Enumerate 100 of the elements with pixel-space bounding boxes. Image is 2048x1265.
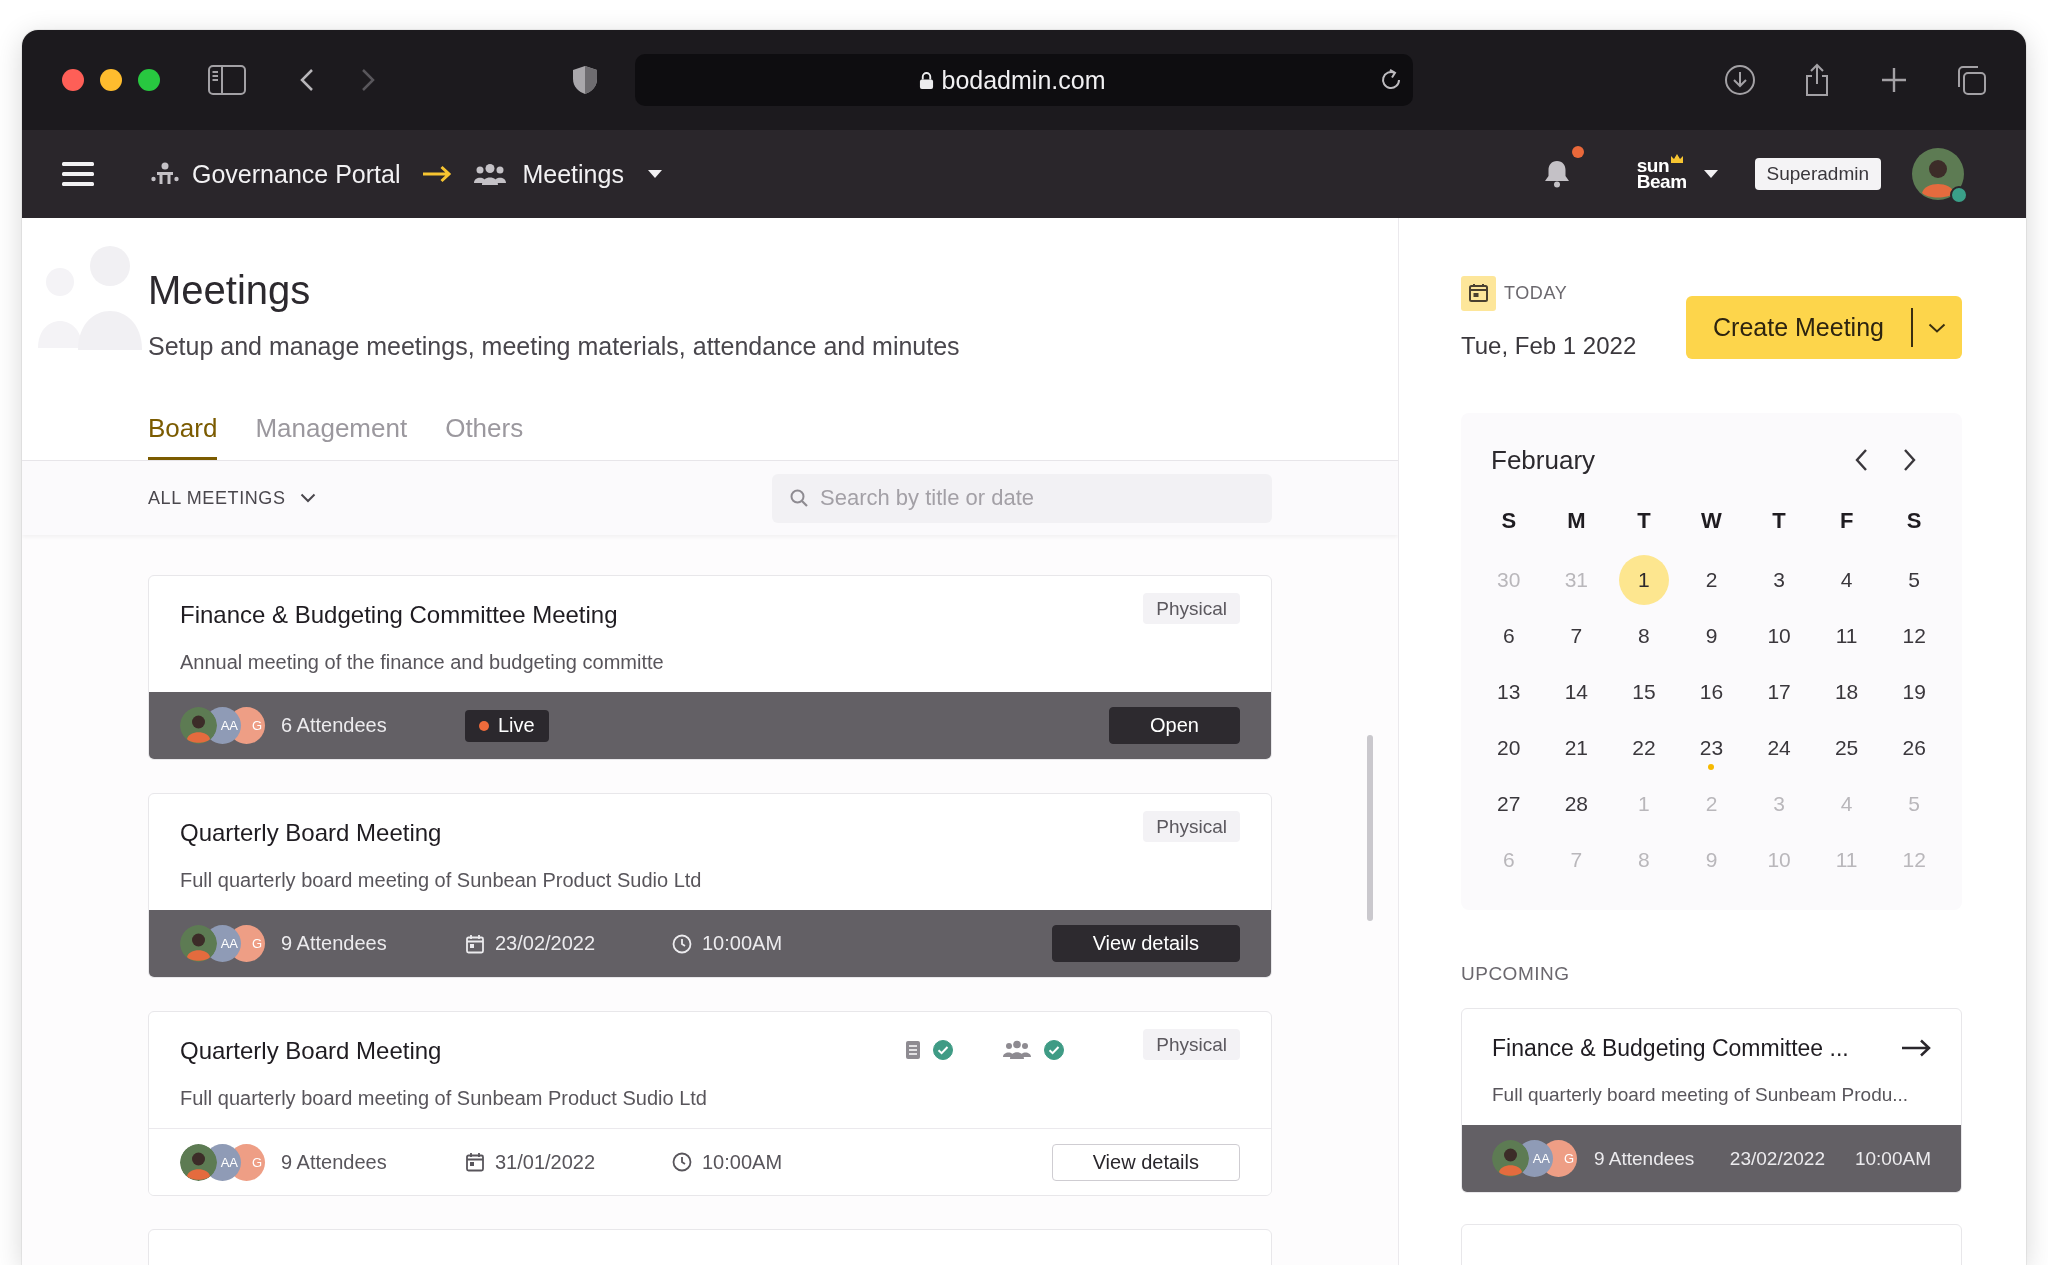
share-icon[interactable] (1803, 63, 1831, 97)
today-date: Tue, Feb 1 2022 (1461, 333, 1637, 359)
calendar-day[interactable]: 13 (1483, 667, 1534, 717)
calendar-day[interactable]: 17 (1754, 667, 1805, 717)
maximize-window-icon[interactable] (138, 69, 160, 91)
back-icon[interactable] (299, 68, 315, 92)
calendar-day[interactable]: 15 (1618, 667, 1669, 717)
weekday-label: F (1839, 507, 1854, 535)
address-bar[interactable]: bodadmin.com (635, 54, 1413, 106)
meeting-description: Full quarterly board meeting of Sunbeam Produ... (1492, 1083, 1910, 1107)
arrow-right-icon (422, 165, 453, 183)
reload-icon[interactable] (1379, 68, 1403, 92)
crown-icon (1671, 154, 1684, 163)
create-options-button[interactable] (1911, 296, 1962, 359)
chevron-right-icon (1903, 448, 1917, 472)
calendar-day[interactable]: 26 (1889, 723, 1940, 773)
sidebar-icon[interactable] (208, 65, 246, 95)
weekday-label: W (1701, 507, 1722, 535)
meeting-description: Annual meeting of the finance and budgeting committe (180, 650, 665, 674)
calendar-day[interactable]: 12 (1889, 611, 1940, 661)
meeting-action-button[interactable]: View details (1051, 1143, 1240, 1181)
today-label: TODAY (1504, 283, 1568, 304)
calendar-day[interactable]: 25 (1821, 723, 1872, 773)
meeting-action-button[interactable]: View details (1051, 925, 1240, 962)
search-icon (790, 488, 808, 507)
calendar-day[interactable]: 24 (1754, 723, 1805, 773)
role-badge[interactable]: Superadmin (1754, 158, 1881, 190)
avatar-icon (1492, 1140, 1529, 1177)
arrow-right-icon[interactable] (1901, 1039, 1931, 1057)
calendar-day[interactable]: 18 (1821, 667, 1872, 717)
avatar-icon (180, 925, 217, 962)
logo-text: Beam (1636, 174, 1687, 190)
url-text: bodadmin.com (941, 65, 1106, 95)
create-meeting-button[interactable]: Create Meeting (1686, 296, 1911, 359)
bell-icon[interactable] (1542, 159, 1571, 189)
filter-dropdown[interactable]: ALL MEETINGS (148, 483, 316, 513)
caret-down-icon[interactable] (1703, 170, 1718, 178)
attendee-count: 9 Attendees (281, 932, 387, 955)
meeting-card[interactable]: Finance & Budgeting Committee Meeting Physical Annual meeting of the finance and budgeting committe AA G 6 Attendees Live Open (148, 575, 1272, 760)
search-field[interactable]: Search by title or date (772, 473, 1272, 523)
page-title: Meetings (148, 267, 312, 313)
section-label: UPCOMING (1461, 963, 1571, 985)
calendar-day[interactable]: 21 (1551, 723, 1602, 773)
calendar-day[interactable]: 19 (1889, 667, 1940, 717)
people-icon (1003, 1040, 1032, 1060)
meeting-description: Full quarterly board meeting of Sunbean Product Sudio Ltd (180, 868, 703, 892)
clock-icon (672, 1152, 692, 1172)
weekday-label: S (1501, 507, 1517, 535)
calendar-day[interactable]: 7 (1551, 611, 1602, 661)
breadcrumb-link[interactable]: Meetings (522, 159, 624, 189)
calendar-day[interactable]: 2 (1686, 555, 1737, 605)
calendar-day[interactable]: 22 (1618, 723, 1669, 773)
meeting-card[interactable]: Quarterly Board Meeting Physical Full quarterly board meeting of Sunbean Product Sudio Ltd AA G 9 Attendees 23/02/2022 10:00AM View details (148, 793, 1272, 978)
avatar-icon[interactable] (1912, 148, 1964, 200)
calendar-day[interactable]: 1 (1618, 555, 1669, 605)
close-window-icon[interactable] (62, 69, 84, 91)
avatar-icon (180, 1143, 217, 1181)
avatar-icon (180, 707, 217, 744)
calendar-day[interactable]: 20 (1483, 723, 1534, 773)
download-icon[interactable] (1724, 64, 1756, 96)
meeting-time: 10:00AM (702, 1150, 783, 1174)
tabs-icon[interactable] (1955, 64, 1987, 96)
calendar-day[interactable]: 28 (1551, 779, 1602, 829)
calendar-day[interactable]: 23 (1686, 723, 1737, 773)
menu-icon[interactable] (62, 162, 94, 186)
meeting-description: Full quarterly board meeting of Sunbeam Product Sudio Ltd (180, 1086, 708, 1110)
minimize-window-icon[interactable] (100, 69, 122, 91)
meeting-type-tag: Physical (1143, 1029, 1240, 1060)
plus-icon[interactable] (1880, 66, 1908, 94)
calendar-day[interactable]: 8 (1618, 611, 1669, 661)
attendee-count: 6 Attendees (281, 714, 387, 737)
weekday-label: T (1637, 507, 1651, 535)
calendar-day[interactable]: 10 (1754, 611, 1805, 661)
upcoming-meeting-card[interactable]: Finance & Budgeting Committee ... Full quarterly board meeting of Sunbeam Produ... AA G 9 Attendees 23/02/2022 10:00AM (1461, 1008, 1962, 1193)
breadcrumb-link[interactable]: Governance Portal (192, 159, 401, 189)
calendar-day[interactable]: 14 (1551, 667, 1602, 717)
calendar-day[interactable]: 27 (1483, 779, 1534, 829)
meeting-action-button[interactable]: Open (1109, 707, 1240, 744)
calendar-day[interactable]: 3 (1754, 555, 1805, 605)
meeting-card[interactable]: Quarterly Board Meeting Physical Full quarterly board meeting of Sunbeam Product Sudio Ltd AA G 9 Attendees 31/01/2022 10:00AM View details (148, 1011, 1272, 1196)
calendar-day[interactable]: 5 (1889, 555, 1940, 605)
calendar-day[interactable]: 16 (1686, 667, 1737, 717)
meeting-time: 10:00AM (702, 932, 783, 955)
calendar-day[interactable]: 9 (1686, 611, 1737, 661)
meeting-title: Quarterly Board Meeting (180, 1037, 442, 1065)
meeting-title: Quarterly Board Meeting (180, 819, 442, 847)
calendar-day[interactable]: 4 (1821, 555, 1872, 605)
scrollbar[interactable] (1367, 735, 1373, 921)
page-subtitle: Setup and manage meetings, meeting materials, attendance and minutes (148, 331, 961, 362)
chevron-down-icon (299, 493, 316, 503)
calendar-day[interactable]: 6 (1483, 611, 1534, 661)
shield-icon[interactable] (572, 65, 598, 95)
meeting-date: 31/01/2022 (495, 1150, 596, 1174)
caret-down-icon[interactable] (647, 170, 662, 178)
weekday-label: M (1567, 507, 1586, 535)
status-label: Live (498, 714, 535, 737)
calendar-day[interactable]: 11 (1821, 611, 1872, 661)
forward-icon[interactable] (360, 68, 376, 92)
live-dot-icon (479, 720, 489, 731)
calendar-icon (1461, 276, 1496, 311)
